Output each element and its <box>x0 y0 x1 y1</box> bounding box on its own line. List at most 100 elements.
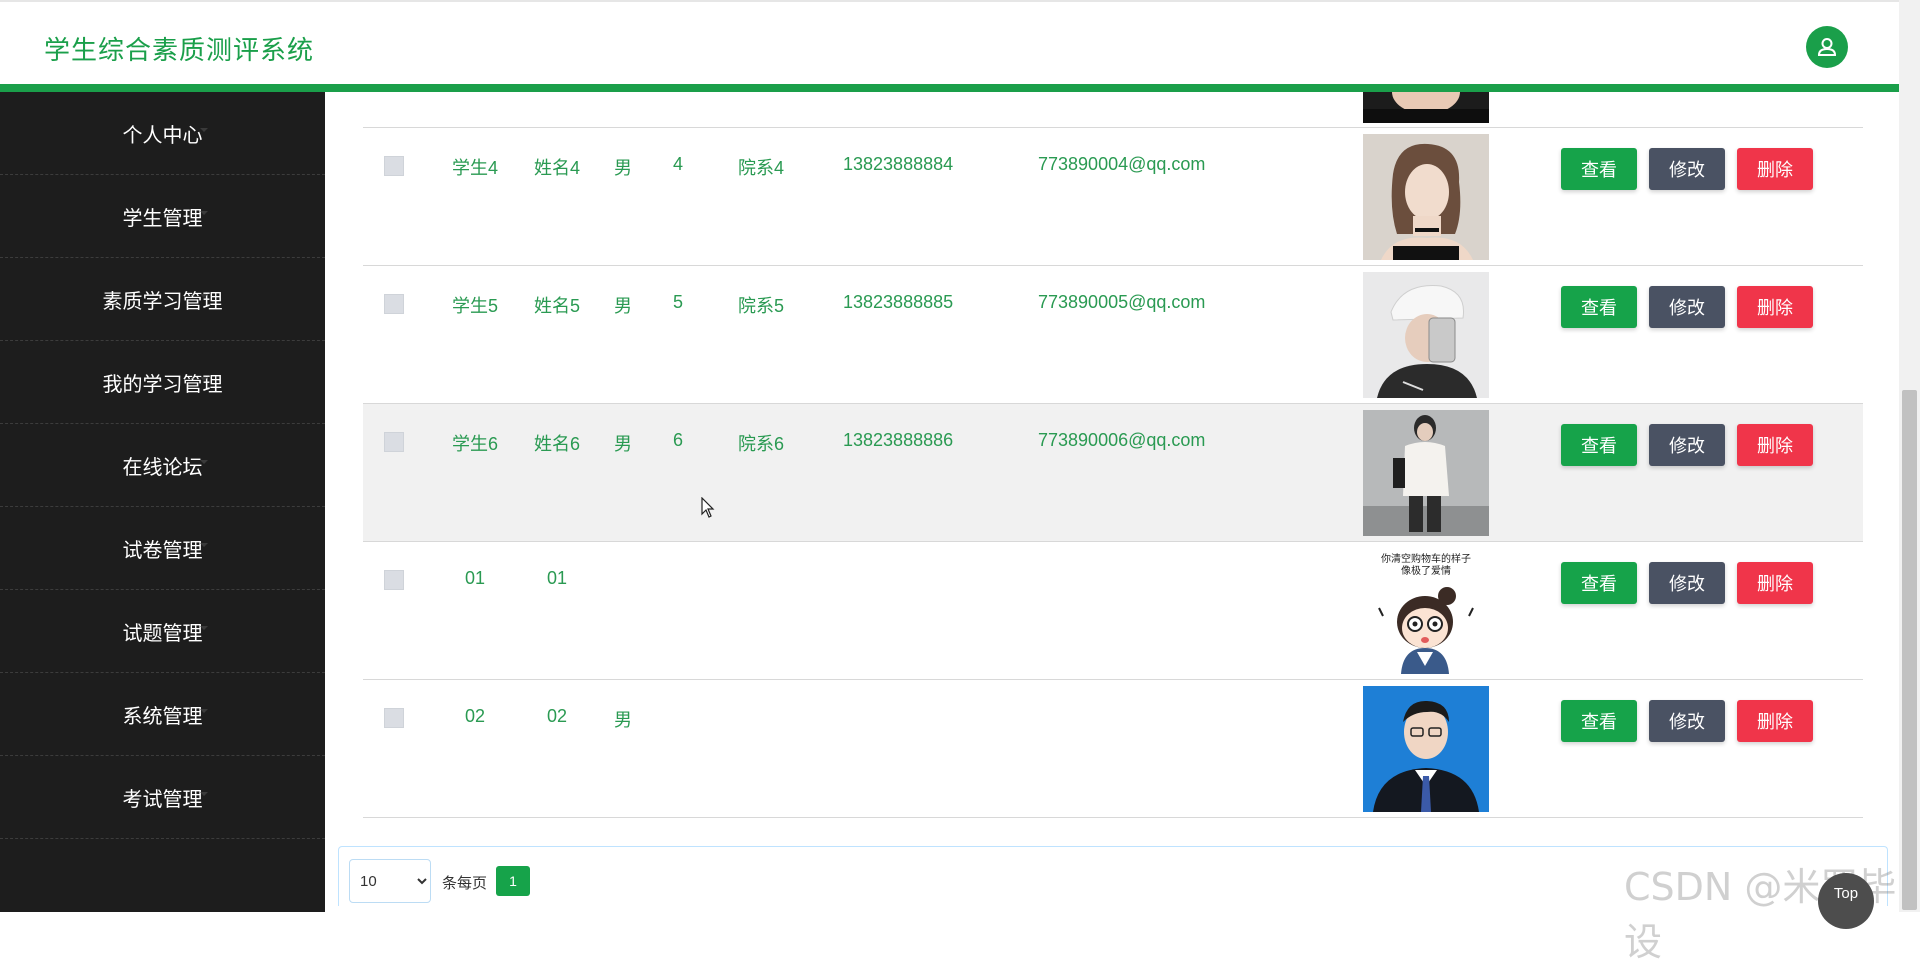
cell-department: 院系4 <box>738 158 785 178</box>
caret-down-icon <box>200 792 208 796</box>
page-number-1[interactable]: 1 <box>496 866 530 896</box>
delete-button[interactable]: 删除 <box>1737 562 1813 604</box>
per-page-label: 条每页 <box>442 875 488 892</box>
view-button[interactable]: 查看 <box>1561 424 1637 466</box>
row-checkbox[interactable] <box>384 708 404 728</box>
scrollbar[interactable] <box>1899 0 1920 912</box>
caret-down-icon <box>200 377 208 381</box>
row-checkbox[interactable] <box>384 570 404 590</box>
mouse-cursor-icon <box>701 497 715 518</box>
sidebar-item-label: 考试管理 <box>122 788 203 811</box>
table-row <box>363 92 1863 128</box>
sidebar-item-label: 学生管理 <box>122 207 203 230</box>
sidebar-item-label: 试卷管理 <box>122 539 203 562</box>
caret-down-icon <box>200 211 208 215</box>
cell-gender: 男 <box>614 158 632 178</box>
watermark: CSDN @米罗毕设 <box>1624 865 1897 964</box>
sidebar-item-my-learning[interactable]: 我的学习管理 <box>0 341 325 424</box>
sidebar-item-system[interactable]: 系统管理 <box>0 673 325 756</box>
cell-name: 01 <box>546 568 568 588</box>
cell-gender: 男 <box>614 296 632 316</box>
cell-age: 4 <box>672 154 683 174</box>
sidebar-item-label: 我的学习管理 <box>102 373 223 396</box>
user-icon[interactable] <box>1806 26 1848 68</box>
student-photo <box>1363 134 1489 260</box>
cell-phone: 13823888884 <box>843 154 954 174</box>
cell-email: 773890005@qq.com <box>1038 292 1206 312</box>
student-photo: 你清空购物车的样子 像极了爱情 <box>1363 548 1489 674</box>
student-photo <box>1363 686 1489 812</box>
edit-button[interactable]: 修改 <box>1649 424 1725 466</box>
row-checkbox[interactable] <box>384 294 404 314</box>
scrollbar-thumb[interactable] <box>1902 390 1917 910</box>
row-checkbox[interactable] <box>384 432 404 452</box>
student-photo <box>1363 92 1489 123</box>
caret-down-icon <box>200 294 208 298</box>
back-to-top-button[interactable]: Top <box>1818 873 1874 929</box>
cell-phone: 13823888885 <box>843 292 954 312</box>
table-row: 02 02 男 查看 修改 删除 <box>363 680 1863 818</box>
app-title: 学生综合素质测评系统 <box>44 35 315 65</box>
sidebar-item-quality-learning[interactable]: 素质学习管理 <box>0 258 325 341</box>
table-row: 学生6 姓名6 男 6 院系6 13823888886 773890006@qq… <box>363 404 1863 542</box>
cell-age: 5 <box>672 292 683 312</box>
edit-button[interactable]: 修改 <box>1649 562 1725 604</box>
edit-button[interactable]: 修改 <box>1649 286 1725 328</box>
caret-down-icon <box>200 626 208 630</box>
cell-student-id: 学生6 <box>451 434 498 454</box>
cell-email: 773890004@qq.com <box>1038 154 1206 174</box>
cell-name: 姓名5 <box>533 296 580 316</box>
student-photo <box>1363 410 1489 536</box>
student-photo <box>1363 272 1489 398</box>
sidebar-item-personal-center[interactable]: 个人中心 <box>0 92 325 175</box>
cell-department: 院系6 <box>738 434 785 454</box>
sidebar-item-exam-management[interactable]: 考试管理 <box>0 756 325 839</box>
delete-button[interactable]: 删除 <box>1737 148 1813 190</box>
sidebar-nav: 个人中心 学生管理 素质学习管理 我的学习管理 在线论坛 试卷管理 试题管理 系… <box>0 92 325 912</box>
cell-student-id: 01 <box>464 568 486 588</box>
delete-button[interactable]: 删除 <box>1737 424 1813 466</box>
delete-button[interactable]: 删除 <box>1737 700 1813 742</box>
view-button[interactable]: 查看 <box>1561 286 1637 328</box>
cell-email: 773890006@qq.com <box>1038 430 1206 450</box>
person-icon <box>1817 38 1837 56</box>
table-row: 学生4 姓名4 男 4 院系4 13823888884 773890004@qq… <box>363 128 1863 266</box>
view-button[interactable]: 查看 <box>1561 700 1637 742</box>
cell-age: 6 <box>672 430 683 450</box>
caret-down-icon <box>200 128 208 132</box>
sidebar-item-label: 系统管理 <box>122 705 203 728</box>
sidebar-item-forum[interactable]: 在线论坛 <box>0 424 325 507</box>
sidebar-item-exam-papers[interactable]: 试卷管理 <box>0 507 325 590</box>
cell-name: 姓名4 <box>533 158 580 178</box>
sidebar-item-label: 个人中心 <box>122 124 203 147</box>
top-header: 学生综合素质测评系统 <box>0 0 1899 92</box>
cell-gender: 男 <box>614 710 632 730</box>
cell-department: 院系5 <box>738 296 785 316</box>
caret-down-icon <box>200 709 208 713</box>
sidebar-item-label: 试题管理 <box>122 622 203 645</box>
edit-button[interactable]: 修改 <box>1649 700 1725 742</box>
sidebar-item-label: 素质学习管理 <box>102 290 223 313</box>
edit-button[interactable]: 修改 <box>1649 148 1725 190</box>
cell-name: 姓名6 <box>533 434 580 454</box>
table-row: 01 01 你清空购物车的样子 像极了爱情 查看 修改 删除 <box>363 542 1863 680</box>
student-table: 学生4 姓名4 男 4 院系4 13823888884 773890004@qq… <box>363 92 1863 818</box>
caret-down-icon <box>200 543 208 547</box>
cell-student-id: 学生5 <box>451 296 498 316</box>
caret-down-icon <box>200 460 208 464</box>
cell-student-id: 02 <box>464 706 486 726</box>
cell-phone: 13823888886 <box>843 430 954 450</box>
sidebar-item-questions[interactable]: 试题管理 <box>0 590 325 673</box>
cell-gender: 男 <box>614 434 632 454</box>
cell-student-id: 学生4 <box>451 158 498 178</box>
sidebar-item-label: 在线论坛 <box>122 456 203 479</box>
view-button[interactable]: 查看 <box>1561 562 1637 604</box>
table-row: 学生5 姓名5 男 5 院系5 13823888885 773890005@qq… <box>363 266 1863 404</box>
delete-button[interactable]: 删除 <box>1737 286 1813 328</box>
view-button[interactable]: 查看 <box>1561 148 1637 190</box>
main-content: 学生4 姓名4 男 4 院系4 13823888884 773890004@qq… <box>325 92 1899 912</box>
page-size-select[interactable]: 10 <box>349 859 431 903</box>
row-checkbox[interactable] <box>384 156 404 176</box>
cell-name: 02 <box>546 706 568 726</box>
sidebar-item-student-management[interactable]: 学生管理 <box>0 175 325 258</box>
